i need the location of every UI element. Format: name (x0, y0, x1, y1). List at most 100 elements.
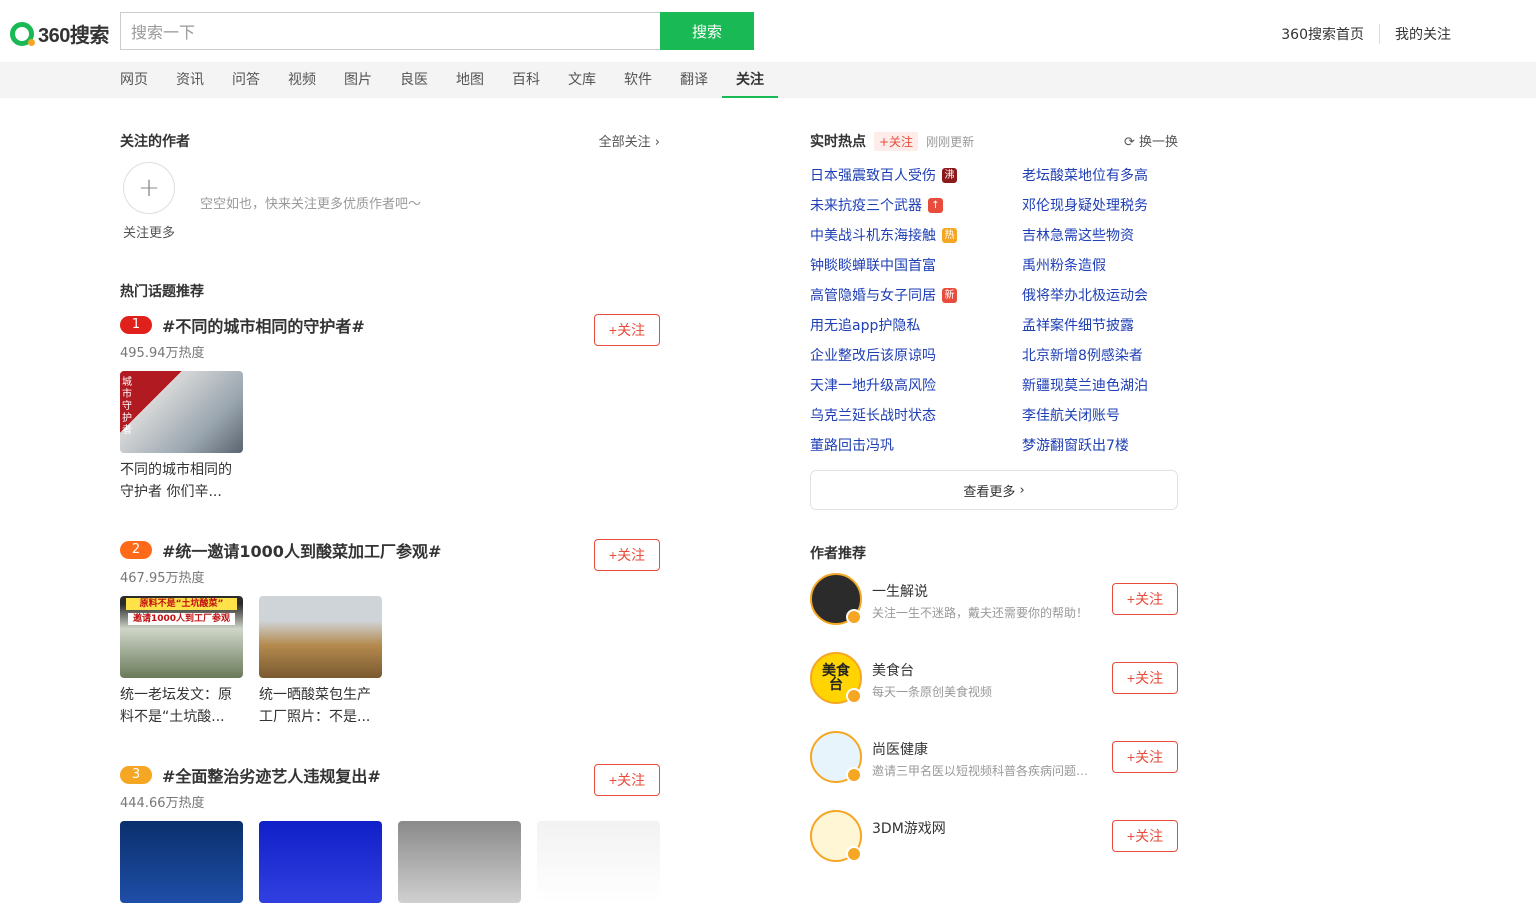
topic-heat: 444.66万热度 (120, 796, 205, 811)
search-placeholder: 搜索一下 (131, 23, 196, 42)
hot-search-item[interactable]: 董路回击冯巩 (810, 430, 957, 460)
hot-search-item[interactable]: 邓伦现身疑处理税务 (1022, 190, 1169, 220)
topic-title[interactable]: #统一邀请1000人到酸菜加工厂参观# (162, 538, 441, 562)
hot-badge-icon: 😂 (1154, 167, 1170, 183)
hot-search-text: 未来抗疫三个武器 (810, 198, 922, 214)
chevron-right-icon: › (654, 135, 660, 150)
video-thumbnail[interactable]: 城市守护者 (120, 371, 243, 453)
video-card[interactable]: 城市守护者 不同的城市相同的守护者 你们辛... (120, 371, 243, 503)
realtime-header: 实时热点 +关注 刚刚更新 ⟳ 换一换 (810, 131, 1178, 151)
thumbnail-overlay-text: 城市守护者 (122, 377, 132, 436)
author-name[interactable]: 3DM游戏网 (872, 818, 946, 838)
video-card[interactable] (120, 821, 243, 903)
verified-badge-icon (846, 609, 862, 625)
video-thumbnail[interactable] (120, 821, 243, 903)
video-card[interactable]: 统一晒酸菜包生产工厂照片：不是... (259, 596, 382, 728)
author-card: 一生解说关注一生不迷路，戴夫还需要你的帮助！ +关注 (810, 573, 1178, 625)
realtime-updated: 刚刚更新 (926, 134, 975, 149)
topic-title[interactable]: #不同的城市相同的守护者# (162, 313, 365, 337)
author-desc: 每天一条原创美食视频 (872, 685, 993, 699)
follow-author-button[interactable]: +关注 (1112, 741, 1178, 773)
nav-tab[interactable]: 地图 (442, 62, 498, 98)
search-input[interactable]: 搜索一下 (120, 12, 660, 50)
hot-search-item[interactable]: 吉林急需这些物资 (1022, 220, 1169, 250)
hot-search-item[interactable]: 天津一地升级高风险 (810, 370, 957, 400)
nav-tab[interactable]: 软件 (610, 62, 666, 98)
hot-search-item[interactable]: 钟睒睒蝉联中国首富 (810, 250, 957, 280)
my-follow-link[interactable]: 我的关注 (1379, 24, 1466, 44)
search-button[interactable]: 搜索 (660, 12, 754, 50)
hot-search-text: 董路回击冯巩 (810, 438, 894, 454)
hot-search-item[interactable]: 企业整改后该原谅吗 (810, 340, 957, 370)
hot-search-item[interactable]: 日本强震致百人受伤沸 (810, 160, 957, 190)
topic-thumbnails: 原料不是“土坑酸菜” 邀请1000人到工厂参观统一老坛发文：原料不是“土坑酸...… (120, 596, 398, 728)
video-card[interactable] (259, 821, 382, 903)
author-desc: 邀请三甲名医以短视频科普各疾病问题，传播健康知识 (872, 764, 1092, 778)
rank-badge: 2 (120, 541, 152, 559)
hot-search-item[interactable]: 孟祥案件细节披露 (1022, 310, 1169, 340)
hot-search-item[interactable]: 乌克兰延长战时状态 (810, 400, 957, 430)
view-more-label: 查看更多 (963, 484, 1016, 500)
author-desc: 关注一生不迷路，戴夫还需要你的帮助！ (872, 606, 1089, 620)
hot-search-item[interactable]: 李佳航关闭账号 (1022, 400, 1169, 430)
add-follow-button[interactable]: + (123, 162, 175, 214)
hot-search-item[interactable]: 用无追app护隐私 (810, 310, 957, 340)
author-card: 3DM游戏网 +关注 (810, 810, 1178, 862)
video-thumbnail[interactable] (398, 821, 521, 903)
hot-search-item[interactable]: 未来抗疫三个武器 ↑ (810, 190, 957, 220)
hot-badge-icon: 新 (942, 287, 957, 303)
author-name[interactable]: 尚医健康 (872, 739, 928, 759)
follow-author-button[interactable]: +关注 (1112, 820, 1178, 852)
video-thumbnail[interactable] (259, 821, 382, 903)
hot-search-item[interactable]: 老坛酸菜地位有多高 😂 (1022, 160, 1169, 190)
hot-badge-icon: 沸 (942, 167, 957, 183)
follow-topic-button[interactable]: +关注 (594, 539, 660, 571)
nav-tab[interactable]: 资讯 (162, 62, 218, 98)
hot-search-item[interactable]: 梦游翻窗跃出7楼 (1022, 430, 1169, 460)
nav-tab[interactable]: 翻译 (666, 62, 722, 98)
topic-title[interactable]: #全面整治劣迹艺人违规复出# (162, 763, 381, 787)
hot-list-right: 老坛酸菜地位有多高 😂 邓伦现身疑处理税务吉林急需这些物资禹州粉条造假 俄将举办北极运… (1022, 160, 1169, 460)
author-name[interactable]: 一生解说 (872, 581, 928, 601)
hot-search-item[interactable]: 高管隐婚与女子同居新 (810, 280, 957, 310)
nav-tab[interactable]: 视频 (274, 62, 330, 98)
hot-search-item[interactable]: 中美战斗机东海接触热 (810, 220, 957, 250)
hot-search-text: 中美战斗机东海接触 (810, 228, 936, 244)
video-card[interactable]: 原料不是“土坑酸菜” 邀请1000人到工厂参观统一老坛发文：原料不是“土坑酸... (120, 596, 243, 728)
nav-tab[interactable]: 良医 (386, 62, 442, 98)
refresh-button[interactable]: ⟳ 换一换 (1124, 131, 1178, 150)
all-follow-label: 全部关注 (598, 135, 651, 150)
logo[interactable]: 360搜索 (10, 19, 109, 48)
nav-tab[interactable]: 网页 (120, 62, 162, 98)
hot-search-item[interactable]: 新疆现莫兰迪色湖泊 (1022, 370, 1169, 400)
add-follow-label: 关注更多 (123, 226, 176, 241)
video-card[interactable] (398, 821, 521, 903)
realtime-follow-tag[interactable]: +关注 (874, 131, 919, 151)
all-follow-link[interactable]: 全部关注 › (599, 131, 660, 150)
nav-tab[interactable]: 问答 (218, 62, 274, 98)
video-thumbnail[interactable] (259, 596, 382, 678)
video-card[interactable] (537, 821, 660, 903)
hot-search-item[interactable]: 俄将举办北极运动会 (1022, 280, 1169, 310)
video-caption: 统一老坛发文：原料不是“土坑酸... (120, 687, 232, 725)
view-more-button[interactable]: 查看更多 › (810, 470, 1178, 510)
hot-search-text: 吉林急需这些物资 (1022, 228, 1134, 244)
video-thumbnail[interactable] (537, 821, 660, 903)
follow-topic-button[interactable]: +关注 (594, 314, 660, 346)
hot-search-text: 李佳航关闭账号 (1022, 408, 1120, 424)
nav-tab[interactable]: 图片 (330, 62, 386, 98)
author-name[interactable]: 美食台 (872, 660, 914, 680)
hot-search-item[interactable]: 禹州粉条造假 (1022, 250, 1169, 280)
nav-tab[interactable]: 文库 (554, 62, 610, 98)
video-thumbnail[interactable]: 原料不是“土坑酸菜” 邀请1000人到工厂参观 (120, 596, 243, 678)
hot-badge-icon: 热 (942, 227, 957, 243)
thumbnail-overlay-text: 原料不是“土坑酸菜” (126, 598, 237, 610)
follow-author-button[interactable]: +关注 (1112, 583, 1178, 615)
nav-tab[interactable]: 百科 (498, 62, 554, 98)
follow-topic-button[interactable]: +关注 (594, 764, 660, 796)
nav-tab[interactable]: 关注 (722, 62, 778, 98)
followed-authors-title: 关注的作者 (120, 134, 190, 150)
home-link[interactable]: 360搜索首页 (1266, 24, 1379, 44)
follow-author-button[interactable]: +关注 (1112, 662, 1178, 694)
hot-search-item[interactable]: 北京新增8例感染者 (1022, 340, 1169, 370)
